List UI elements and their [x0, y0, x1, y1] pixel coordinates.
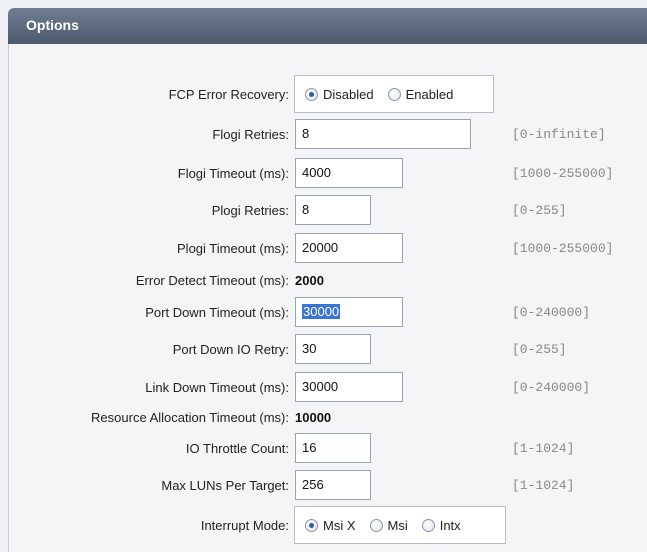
link-down-timeout-range: [0-240000] — [512, 380, 591, 395]
interrupt-intx-label: Intx — [439, 517, 461, 533]
plogi-retries-input[interactable]: 8 — [295, 195, 371, 225]
flogi-retries-range: [0-infinite] — [512, 127, 606, 142]
interrupt-intx-option[interactable]: Intx — [421, 517, 461, 533]
fcp-disabled-option[interactable]: Disabled — [305, 87, 374, 102]
flogi-retries-input[interactable]: 8 — [295, 119, 471, 149]
interrupt-mode-group: Msi X Msi Intx — [294, 506, 506, 544]
fcp-error-recovery-label: FCP Error Recovery: — [168, 87, 289, 102]
interrupt-msi-label: Msi — [387, 517, 408, 533]
interrupt-msix-option[interactable]: Msi X — [305, 518, 356, 533]
panel-header: Options — [8, 8, 647, 44]
fcp-enabled-option[interactable]: Enabled — [387, 86, 454, 102]
options-panel: Options FCP Error Recovery: Disabled Ena… — [0, 0, 647, 552]
radio-selected-icon[interactable] — [305, 518, 318, 532]
interrupt-mode-label: Interrupt Mode: — [200, 518, 289, 533]
fcp-disabled-label: Disabled — [323, 86, 374, 102]
link-down-timeout-label: Link Down Timeout (ms): — [145, 380, 289, 395]
max-luns-per-target-label: Max LUNs Per Target: — [161, 478, 289, 493]
port-down-io-retry-range: [0-255] — [512, 342, 567, 357]
radio-selected-icon[interactable] — [305, 87, 318, 101]
io-throttle-count-range: [1-1024] — [512, 441, 575, 456]
io-throttle-count-label: IO Throttle Count: — [185, 441, 289, 456]
port-down-timeout-input[interactable]: 30000 — [295, 297, 403, 327]
radio-unselected-icon[interactable] — [387, 87, 401, 101]
resource-allocation-timeout-value: 10000 — [295, 410, 332, 425]
error-detect-timeout-value: 2000 — [295, 273, 324, 288]
port-down-io-retry-input[interactable]: 30 — [295, 334, 371, 364]
plogi-timeout-input[interactable]: 20000 — [295, 233, 403, 263]
interrupt-msix-label: Msi X — [323, 517, 356, 533]
max-luns-per-target-input[interactable]: 256 — [295, 470, 371, 500]
max-luns-per-target-range: [1-1024] — [512, 478, 575, 493]
port-down-timeout-selected-text: 30000 — [302, 304, 341, 319]
fcp-error-recovery-group: Disabled Enabled — [294, 75, 494, 113]
flogi-retries-label: Flogi Retries: — [212, 127, 289, 142]
plogi-timeout-label: Plogi Timeout (ms): — [177, 241, 289, 256]
panel-title: Options — [26, 17, 79, 33]
radio-unselected-icon[interactable] — [421, 518, 435, 532]
link-down-timeout-input[interactable]: 30000 — [295, 372, 403, 402]
port-down-io-retry-label: Port Down IO Retry: — [172, 342, 289, 357]
resource-allocation-timeout-label: Resource Allocation Timeout (ms): — [91, 410, 289, 425]
flogi-timeout-input[interactable]: 4000 — [295, 158, 403, 188]
io-throttle-count-input[interactable]: 16 — [295, 433, 371, 463]
fcp-enabled-label: Enabled — [405, 86, 454, 102]
port-down-timeout-label: Port Down Timeout (ms): — [145, 305, 289, 320]
plogi-retries-range: [0-255] — [512, 203, 567, 218]
flogi-timeout-label: Flogi Timeout (ms): — [177, 166, 289, 181]
radio-unselected-icon[interactable] — [369, 518, 383, 532]
port-down-timeout-range: [0-240000] — [512, 305, 591, 320]
plogi-retries-label: Plogi Retries: — [211, 203, 289, 218]
interrupt-msi-option[interactable]: Msi — [369, 517, 408, 533]
error-detect-timeout-label: Error Detect Timeout (ms): — [135, 273, 289, 288]
flogi-timeout-range: [1000-255000] — [512, 166, 614, 181]
plogi-timeout-range: [1000-255000] — [512, 241, 614, 256]
